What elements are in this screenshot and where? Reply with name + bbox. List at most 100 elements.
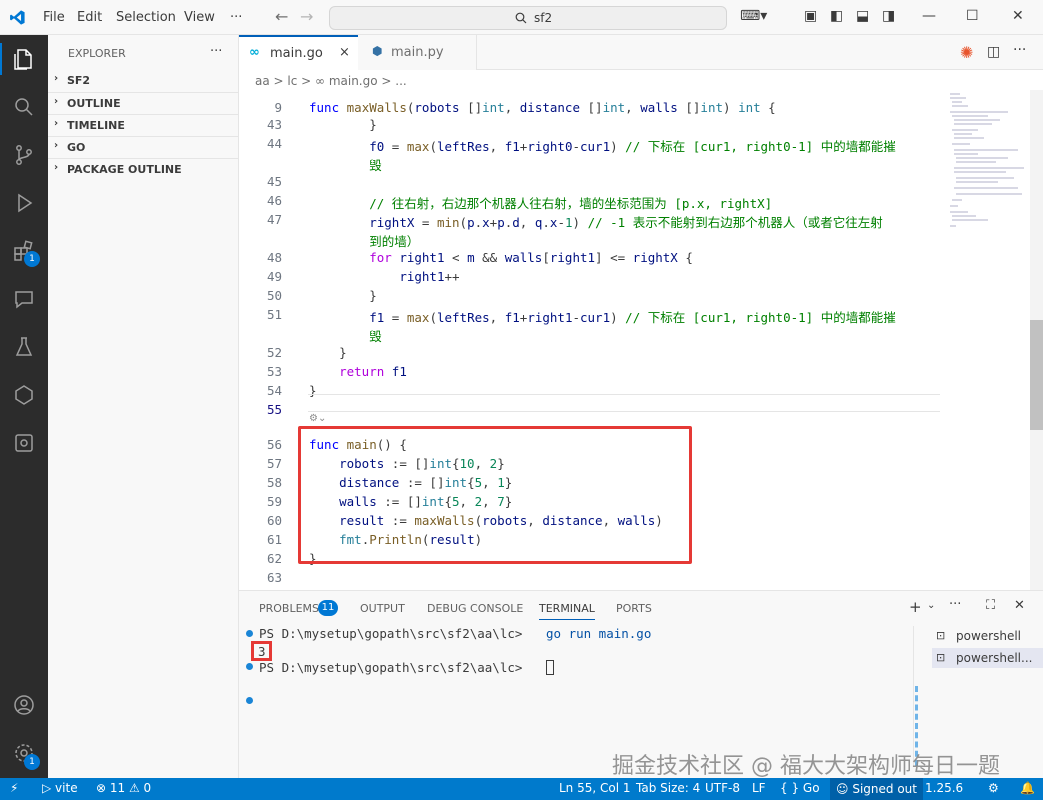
section-sf2[interactable]: › SF2 xyxy=(48,70,239,92)
line-number: 62 xyxy=(266,551,282,566)
menu-file[interactable]: File xyxy=(43,10,65,25)
terminal-icon: ⊡ xyxy=(936,629,946,642)
line-number: 49 xyxy=(266,269,282,284)
go-file-icon: ∞ xyxy=(249,45,260,60)
new-terminal-icon[interactable]: + xyxy=(909,598,922,616)
menu-view[interactable]: View xyxy=(184,10,215,25)
chat-icon[interactable] xyxy=(12,287,36,311)
search-icon[interactable] xyxy=(12,95,36,119)
source-control-icon[interactable] xyxy=(12,143,36,167)
terminal-instance-2[interactable]: ⊡ powershell... xyxy=(932,648,1043,668)
command-center-search[interactable]: sf2 xyxy=(329,6,727,30)
go-version[interactable]: 1.25.6 xyxy=(925,781,963,795)
more-actions-icon[interactable]: ··· xyxy=(949,597,961,612)
tab-close-icon[interactable]: × xyxy=(339,45,350,60)
forward-arrow-icon[interactable]: → xyxy=(300,7,313,26)
notifications-icon[interactable]: 🔔 xyxy=(1020,781,1035,795)
terminal-instance-1[interactable]: ⊡ powershell xyxy=(932,626,1043,646)
split-editor-icon[interactable]: ◫ xyxy=(987,44,1000,60)
tab-size[interactable]: Tab Size: 4 xyxy=(636,781,700,795)
settings-badge: 1 xyxy=(24,754,40,770)
line-number: 59 xyxy=(266,494,282,509)
tab-label: main.py xyxy=(391,45,444,60)
breadcrumb[interactable]: aa > lc > ∞ main.go > ... xyxy=(255,74,407,88)
copilot-agent-icon[interactable] xyxy=(12,383,36,407)
remote-indicator-icon[interactable]: ⚡ xyxy=(10,781,18,795)
code-line: 毁 xyxy=(369,158,382,173)
line-number: 58 xyxy=(266,475,282,490)
current-line-border xyxy=(308,411,940,412)
encoding[interactable]: UTF-8 xyxy=(705,781,740,795)
problems-status[interactable]: ⊗ 11 ⚠ 0 xyxy=(96,781,151,795)
chevron-right-icon: › xyxy=(54,140,59,151)
chevron-down-icon[interactable]: ⌄ xyxy=(927,600,935,611)
code-line: } xyxy=(309,288,377,303)
line-number: 44 xyxy=(266,136,282,151)
explorer-icon[interactable] xyxy=(12,47,36,71)
section-timeline[interactable]: › TIMELINE xyxy=(48,114,239,136)
tab-debug-console[interactable]: DEBUG CONSOLE xyxy=(427,602,523,615)
end-of-line[interactable]: LF xyxy=(752,781,766,795)
tab-output[interactable]: OUTPUT xyxy=(360,602,405,615)
chevron-right-icon: › xyxy=(54,118,59,129)
line-number: 55 xyxy=(266,402,282,417)
menu-more[interactable]: ··· xyxy=(230,10,242,25)
copilot-icon[interactable]: ⌨▾ xyxy=(740,8,767,24)
code-line: } xyxy=(309,117,377,132)
customize-layout-icon[interactable]: ▣ xyxy=(804,8,817,24)
line-number: 45 xyxy=(266,174,282,189)
line-number: 56 xyxy=(266,437,282,452)
more-actions-icon[interactable]: ··· xyxy=(1013,42,1026,58)
tab-label: main.go xyxy=(270,46,323,61)
section-go[interactable]: › GO xyxy=(48,136,239,158)
extensions-badge: 1 xyxy=(24,251,40,267)
line-number: 46 xyxy=(266,193,282,208)
explorer-header: EXPLORER xyxy=(68,47,126,60)
line-number: 63 xyxy=(266,570,282,585)
terminal-divider xyxy=(913,626,914,766)
vite-status[interactable]: ▷ vite xyxy=(42,781,78,795)
minimap[interactable] xyxy=(948,90,1030,230)
run-debug-icon[interactable] xyxy=(12,191,36,215)
problems-badge: 11 xyxy=(318,600,338,616)
codelens-icon[interactable]: ⚙⌄ xyxy=(309,413,326,424)
copilot-sparkle-icon[interactable]: ✺ xyxy=(960,43,973,62)
watermark: 掘金技术社区 @ 福大大架构师每日一题 xyxy=(612,754,1000,779)
code-line: } xyxy=(309,345,347,360)
cursor-position[interactable]: Ln 55, Col 1 xyxy=(559,781,631,795)
tab-main-go[interactable]: ∞ main.go × xyxy=(239,35,358,70)
account-icon[interactable] xyxy=(12,693,36,717)
testing-icon[interactable] xyxy=(12,335,36,359)
section-package-outline[interactable]: › PACKAGE OUTLINE xyxy=(48,158,239,180)
explorer-more-button[interactable]: ··· xyxy=(210,44,222,59)
line-number: 52 xyxy=(266,345,282,360)
code-line: for right1 < m && walls[right1] <= right… xyxy=(369,250,693,265)
tab-ports[interactable]: PORTS xyxy=(616,602,652,615)
chevron-right-icon: › xyxy=(54,73,59,84)
toggle-panel-icon[interactable]: ⬓ xyxy=(856,8,869,24)
tab-main-py[interactable]: ⬢ main.py xyxy=(358,35,477,70)
copilot-status-icon[interactable]: ⚙ xyxy=(988,781,999,795)
section-outline[interactable]: › OUTLINE xyxy=(48,92,239,114)
tab-problems[interactable]: PROBLEMS xyxy=(259,602,319,615)
account-status[interactable]: ☺ Signed out xyxy=(830,778,923,800)
tab-terminal[interactable]: TERMINAL xyxy=(539,602,595,620)
code-line: f0 = max(leftRes, f1+right0-cur1) // 下标在… xyxy=(369,139,896,154)
editor-scrollbar-thumb[interactable] xyxy=(1030,320,1043,430)
close-window-icon[interactable]: ✕ xyxy=(1012,8,1024,24)
terminal-icon: ⊡ xyxy=(936,651,946,664)
close-panel-icon[interactable]: ✕ xyxy=(1014,598,1025,613)
language-mode[interactable]: { } Go xyxy=(780,781,820,795)
toggle-secondary-sidebar-icon[interactable]: ◨ xyxy=(882,8,895,24)
minimize-icon[interactable]: — xyxy=(922,8,936,24)
code-line: func maxWalls(robots []int, distance []i… xyxy=(309,100,776,115)
highlight-box-main xyxy=(298,426,692,564)
line-number: 61 xyxy=(266,532,282,547)
menu-selection[interactable]: Selection xyxy=(116,10,176,25)
maximize-icon[interactable]: ☐ xyxy=(966,8,979,24)
toggle-sidebar-icon[interactable]: ◧ xyxy=(830,8,843,24)
menu-edit[interactable]: Edit xyxy=(77,10,102,25)
maximize-panel-icon[interactable]: ⛶ xyxy=(986,598,995,613)
remote-explorer-icon[interactable] xyxy=(12,431,36,455)
back-arrow-icon[interactable]: ← xyxy=(275,7,288,26)
